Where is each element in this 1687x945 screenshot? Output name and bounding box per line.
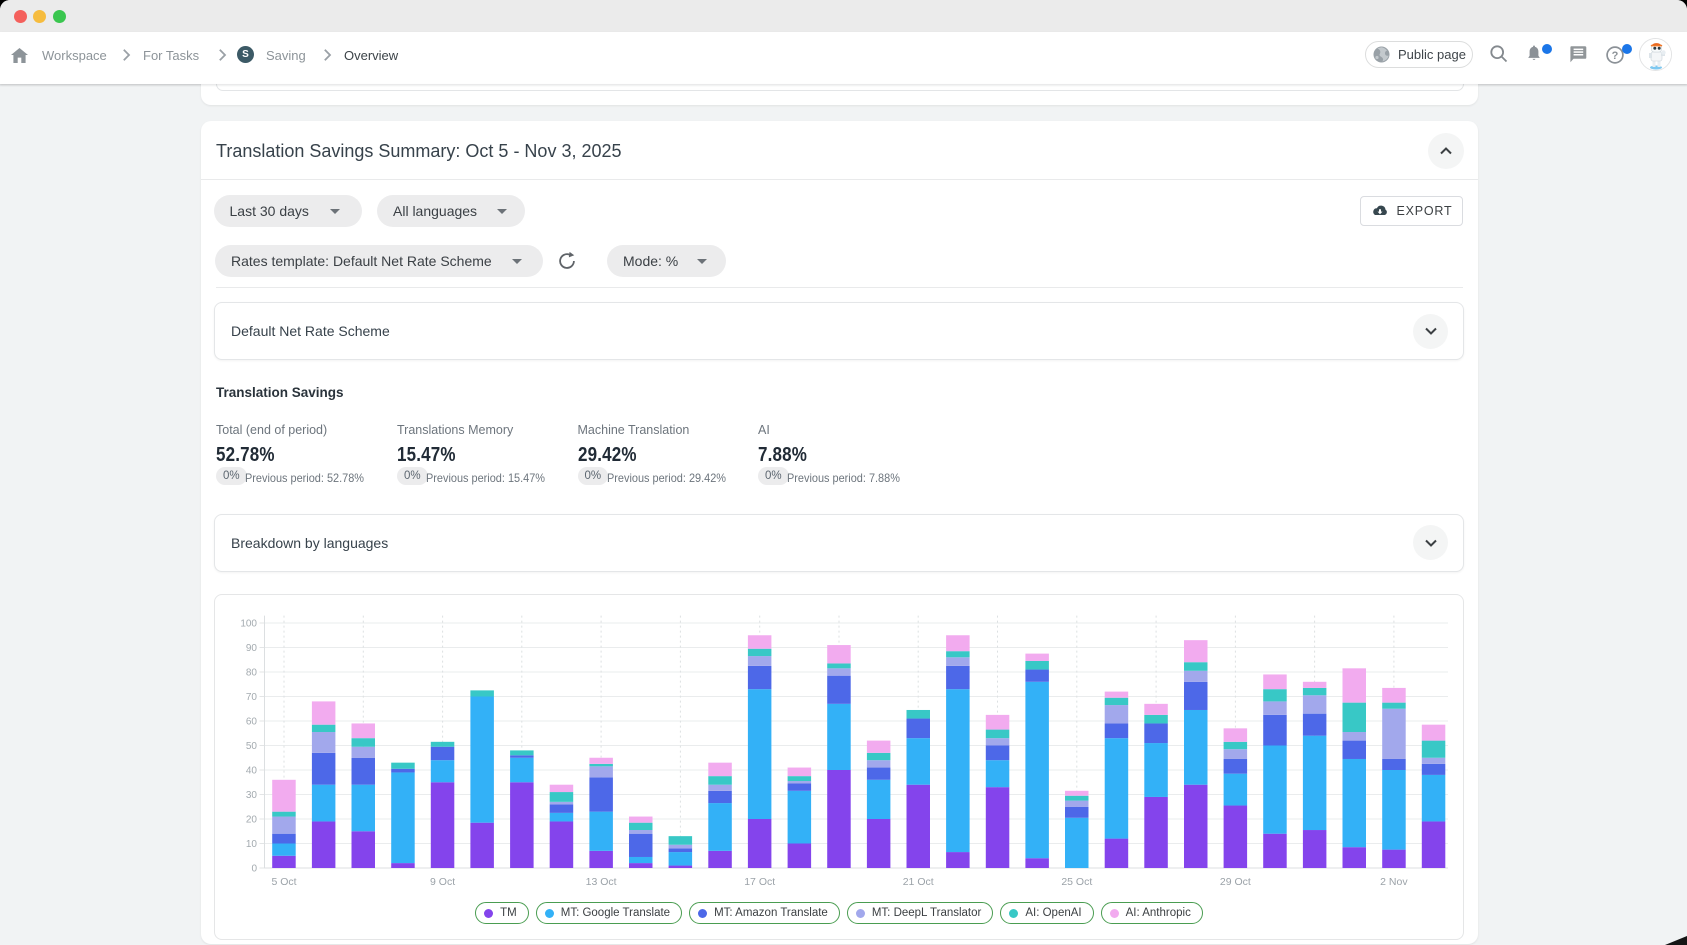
svg-text:0: 0	[251, 864, 257, 875]
svg-text:70: 70	[246, 692, 258, 703]
svg-text:2 Nov: 2 Nov	[1380, 876, 1408, 888]
svg-text:20: 20	[246, 815, 258, 826]
svg-text:?: ?	[1611, 50, 1618, 62]
svg-text:40: 40	[246, 766, 258, 777]
svg-text:13 Oct: 13 Oct	[586, 876, 617, 888]
svg-text:100: 100	[240, 619, 257, 630]
svg-text:5 Oct: 5 Oct	[271, 876, 296, 888]
svg-text:25 Oct: 25 Oct	[1061, 876, 1092, 888]
svg-text:30: 30	[246, 790, 258, 801]
svg-text:80: 80	[246, 668, 258, 679]
svg-text:60: 60	[246, 717, 258, 728]
svg-text:9 Oct: 9 Oct	[430, 876, 455, 888]
svg-text:90: 90	[246, 643, 258, 654]
svg-text:50: 50	[246, 741, 258, 752]
svg-text:10: 10	[246, 839, 258, 850]
svg-text:17 Oct: 17 Oct	[744, 876, 775, 888]
svg-text:29 Oct: 29 Oct	[1220, 876, 1251, 888]
svg-text:21 Oct: 21 Oct	[903, 876, 934, 888]
